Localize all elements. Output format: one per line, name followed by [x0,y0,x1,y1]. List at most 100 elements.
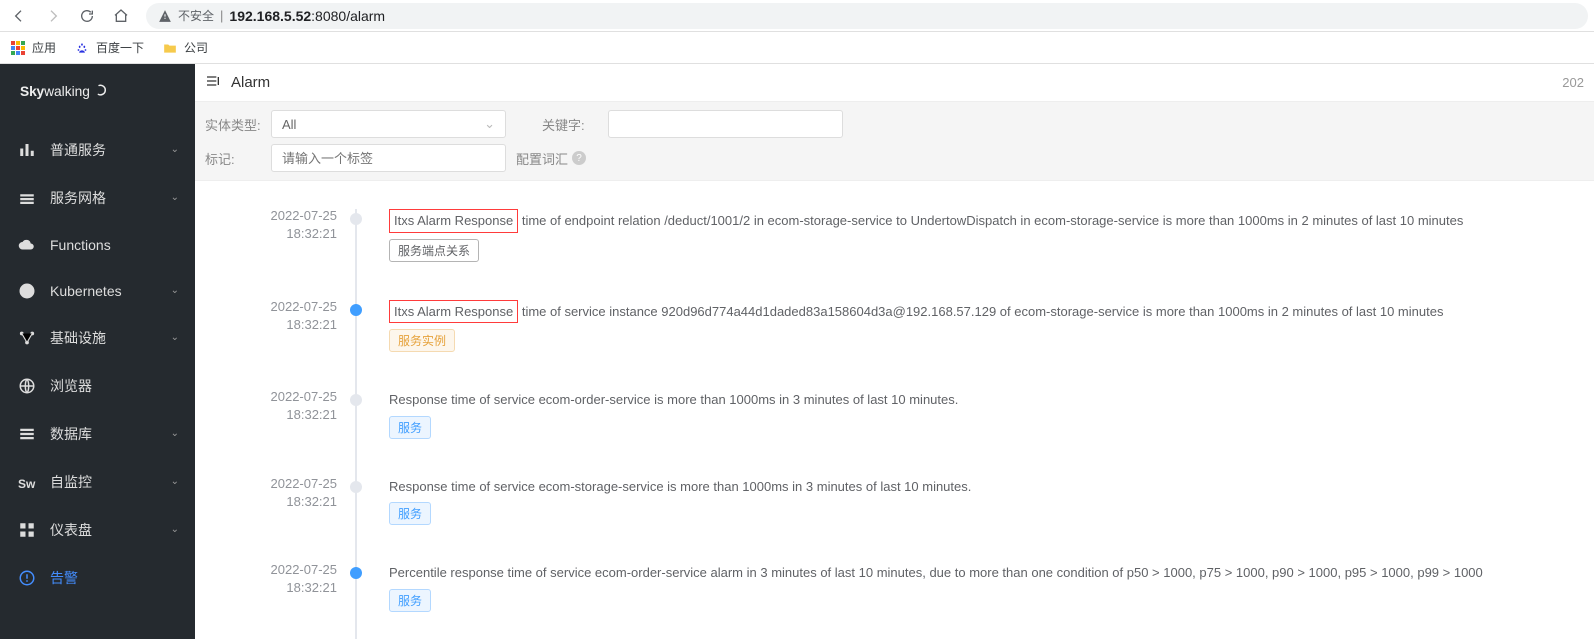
bookmark-baidu[interactable]: 百度一下 [74,39,144,56]
tag-input[interactable] [271,144,506,172]
forward-button[interactable] [40,3,66,29]
chevron-down-icon: ⌄ [171,524,179,535]
alarm-tag[interactable]: 服务端点关系 [389,239,479,262]
alarm-timestamp: 2022-07-2518:32:21 [207,388,337,424]
sidebar: Sk y walking 普通服务 ⌄ 服务网格 ⌄ Functions Kubernet… [0,64,195,639]
entity-type-label: 实体类型: [205,115,261,134]
reload-button[interactable] [74,3,100,29]
timeline-dot-icon [350,481,362,493]
sidebar-item-pie[interactable]: Kubernetes ⌄ [0,268,195,314]
bookmark-apps-label: 应用 [32,39,56,56]
entity-type-select[interactable]: All ⌄ [271,110,506,138]
chevron-down-icon: ⌄ [171,144,179,155]
alert-icon [18,569,36,587]
sidebar-item-layers[interactable]: 服务网格 ⌄ [0,174,195,222]
topbar: Alarm 202 [195,64,1594,102]
chevron-down-icon: ⌄ [171,332,179,343]
bookmark-baidu-label: 百度一下 [96,39,144,56]
alarm-tag[interactable]: 服务 [389,589,431,612]
keyword-label: 关键字: [542,115,598,134]
app-root: Sk y walking 普通服务 ⌄ 服务网格 ⌄ Functions Kubernet… [0,64,1594,639]
sidebar-item-bar-chart[interactable]: 普通服务 ⌄ [0,126,195,174]
alarm-timestamp: 2022-07-2518:32:21 [207,298,337,334]
chevron-down-icon: ⌄ [171,285,179,296]
globe-icon [18,377,36,395]
alarm-timestamp: 2022-07-2518:32:21 [207,207,337,243]
chevron-down-icon: ⌄ [171,192,179,203]
sidebar-item-squares[interactable]: 仪表盘⌄ [0,506,195,554]
browser-navbar: 不安全 | 192.168.5.52:8080/alarm [0,0,1594,32]
cloud-icon [18,236,36,254]
bookmark-apps[interactable]: 应用 [10,39,56,56]
alarm-item: 2022-07-2518:32:21Itxs Alarm Response ti… [357,300,1584,391]
sidebar-item-nodes[interactable]: 基础设施 ⌄ [0,314,195,362]
bar-chart-icon [18,141,36,159]
svg-text:Sw: Sw [18,477,36,490]
sidebar-item-label: 数据库 [50,424,92,444]
entity-type-value: All [282,117,296,132]
url-host: 192.168.5.52:8080/alarm [229,8,385,24]
alarm-tag[interactable]: 服务 [389,502,431,525]
menu-toggle-icon[interactable] [205,73,221,92]
vocab-config-label: 配置词汇 [516,149,568,168]
skywalking-logo-icon: Sk y walking [20,82,130,103]
timeline-dot-icon [350,567,362,579]
sidebar-item-label: Kubernetes [50,283,122,299]
sidebar-item-sw[interactable]: Sw 自监控 ⌄ [0,458,195,506]
layers-icon [18,189,36,207]
filter-bar: 实体类型: All ⌄ 关键字: 标记: 配置词汇 ? [195,102,1594,181]
stack-icon [18,425,36,443]
alarm-timestamp: 2022-07-2518:32:21 [207,475,337,511]
header-right-text: 202 [1562,75,1584,90]
address-bar[interactable]: 不安全 | 192.168.5.52:8080/alarm [146,3,1588,29]
back-button[interactable] [6,3,32,29]
sidebar-item-label: 基础设施 [50,328,106,348]
pie-icon [18,282,36,300]
tag-label: 标记: [205,149,261,168]
sidebar-item-globe[interactable]: 浏览器 [0,362,195,410]
alarm-message: Itxs Alarm Response time of endpoint rel… [389,209,1584,233]
alarm-timestamp: 2022-07-2518:32:21 [207,561,337,597]
vocab-config-link[interactable]: 配置词汇 ? [516,149,586,168]
chevron-down-icon: ⌄ [171,476,179,487]
alarm-item: 2022-07-2518:32:21Percentile response ti… [357,563,1584,639]
timeline-dot-icon [350,213,362,225]
bookmarks-bar: 应用 百度一下 公司 [0,32,1594,64]
sidebar-item-stack[interactable]: 数据库 ⌄ [0,410,195,458]
alarm-tag[interactable]: 服务实例 [389,329,455,352]
sidebar-item-label: 服务网格 [50,188,106,208]
bookmark-company-label: 公司 [184,39,208,56]
help-icon: ? [572,151,586,165]
sidebar-item-alert[interactable]: 告警 [0,554,195,602]
bookmark-company[interactable]: 公司 [162,39,208,56]
timeline-dot-icon [350,394,362,406]
sidebar-item-label: 浏览器 [50,376,92,396]
sidebar-item-cloud[interactable]: Functions [0,222,195,268]
squares-icon [18,521,36,539]
alarm-item: 2022-07-2518:32:21Response time of servi… [357,390,1584,477]
page-title: Alarm [231,74,270,91]
home-button[interactable] [108,3,134,29]
alarm-message: Response time of service ecom-order-serv… [389,390,1584,410]
sidebar-item-label: 普通服务 [50,140,106,160]
alarm-item: 2022-07-2518:32:21Response time of servi… [357,477,1584,564]
keyword-input[interactable] [608,110,843,138]
svg-text:y: y [37,84,45,99]
chevron-down-icon: ⌄ [171,428,179,439]
alarm-item: 2022-07-2518:32:21Itxs Alarm Response ti… [357,209,1584,300]
apps-grid-icon [10,40,26,56]
nodes-icon [18,329,36,347]
sidebar-item-label: 告警 [50,568,78,588]
chevron-down-icon: ⌄ [484,116,495,132]
alarm-message: Itxs Alarm Response time of service inst… [389,300,1584,324]
folder-icon [162,40,178,56]
timeline-dot-icon [350,304,362,316]
alarm-tag[interactable]: 服务 [389,416,431,439]
insecure-icon [158,9,172,23]
sidebar-item-label: 自监控 [50,472,92,492]
alarm-message: Percentile response time of service ecom… [389,563,1584,583]
sidebar-item-label: Functions [50,237,111,253]
alarm-message: Response time of service ecom-storage-se… [389,477,1584,497]
svg-text:walking: walking [43,84,90,99]
main-content: Alarm 202 实体类型: All ⌄ 关键字: 标记: 配置词汇 ? [195,64,1594,639]
